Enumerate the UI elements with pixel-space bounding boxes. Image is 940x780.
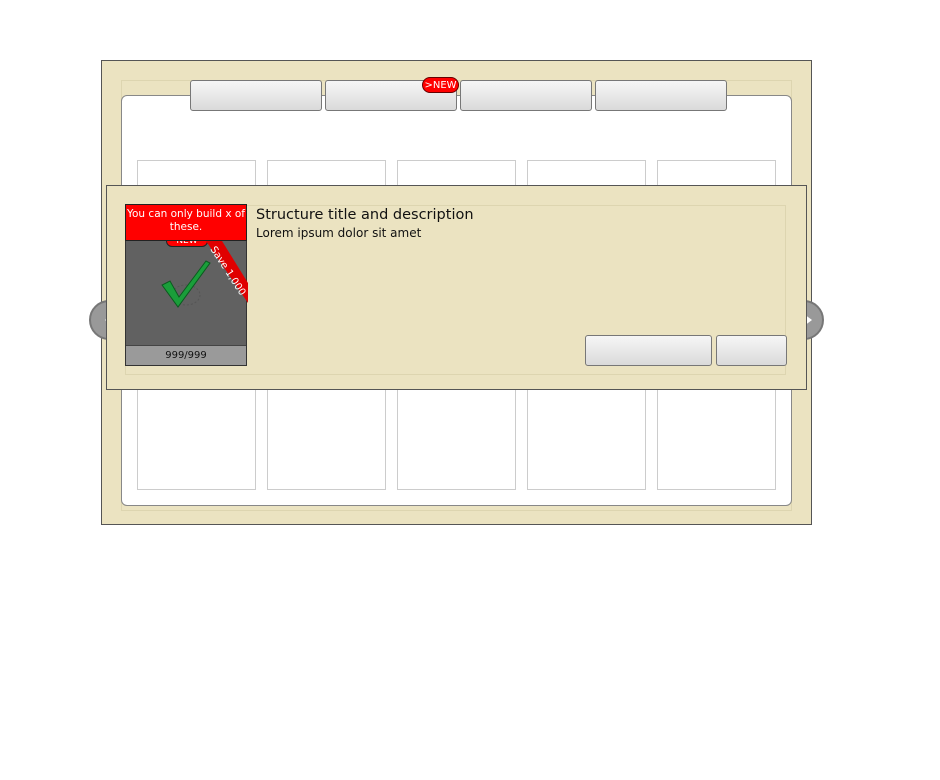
tab-4[interactable] — [595, 80, 727, 111]
build-limit-warning: You can only build x of these. — [125, 204, 247, 241]
grid-cell[interactable] — [397, 385, 516, 490]
build-count: 999/999 — [126, 345, 246, 365]
tab-3[interactable] — [460, 80, 592, 111]
grid-cell[interactable] — [527, 385, 646, 490]
close-button[interactable] — [716, 335, 787, 366]
structure-title: Structure title and description — [256, 207, 474, 223]
build-button[interactable] — [585, 335, 712, 366]
structure-description: Lorem ipsum dolor sit amet — [256, 226, 422, 240]
checkmark-icon — [161, 260, 211, 308]
grid-cell[interactable] — [657, 385, 776, 490]
new-badge: >NEW — [422, 77, 459, 93]
grid-cell[interactable] — [137, 385, 256, 490]
grid-cell[interactable] — [267, 385, 386, 490]
tab-1[interactable] — [190, 80, 322, 111]
